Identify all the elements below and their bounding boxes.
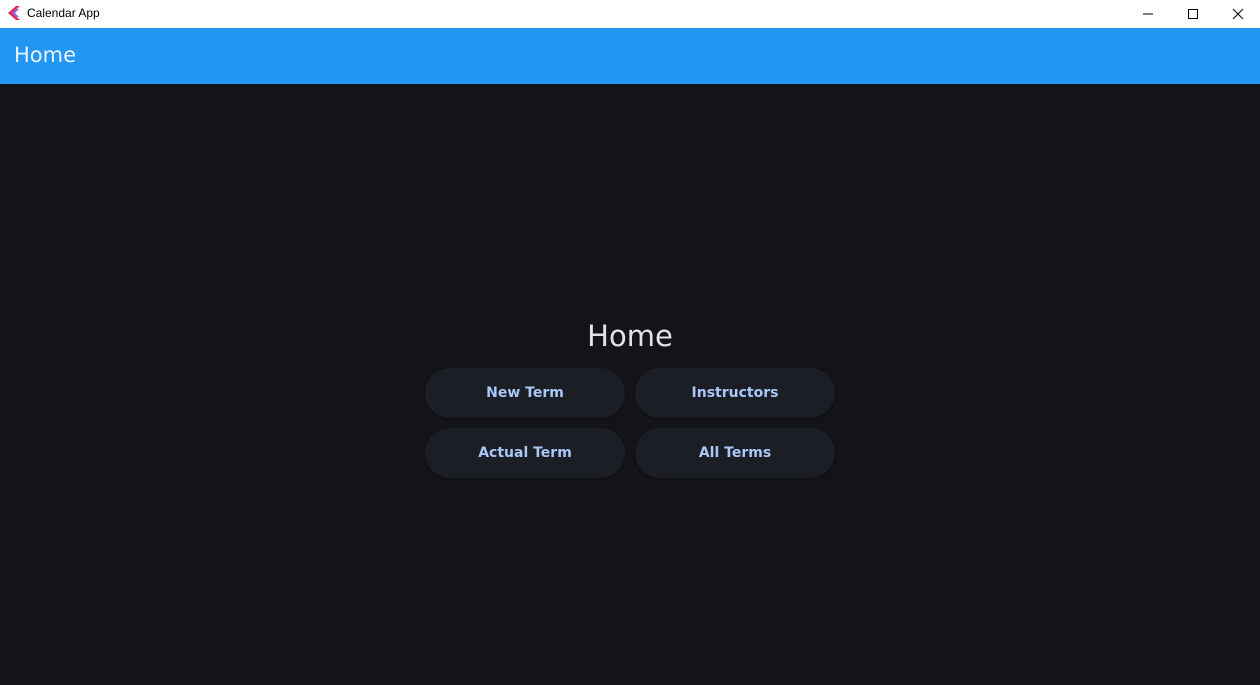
actual-term-button[interactable]: Actual Term (425, 428, 625, 478)
app-bar-title: Home (14, 43, 77, 67)
close-button[interactable] (1215, 0, 1260, 28)
minimize-button[interactable] (1125, 0, 1171, 28)
maximize-icon (1188, 9, 1198, 19)
page-title: Home (587, 319, 673, 353)
flutter-logo-icon (8, 6, 20, 20)
window-titlebar[interactable]: Calendar App (0, 0, 1260, 28)
instructors-button[interactable]: Instructors (635, 368, 835, 418)
main-content: Home New Term Instructors Actual Term Al… (0, 84, 1260, 685)
minimize-icon (1143, 13, 1153, 15)
new-term-button[interactable]: New Term (425, 368, 625, 418)
close-icon (1232, 8, 1244, 20)
all-terms-button[interactable]: All Terms (635, 428, 835, 478)
app-bar: Home (0, 28, 1260, 84)
window-title: Calendar App (27, 6, 100, 20)
maximize-button[interactable] (1170, 0, 1216, 28)
